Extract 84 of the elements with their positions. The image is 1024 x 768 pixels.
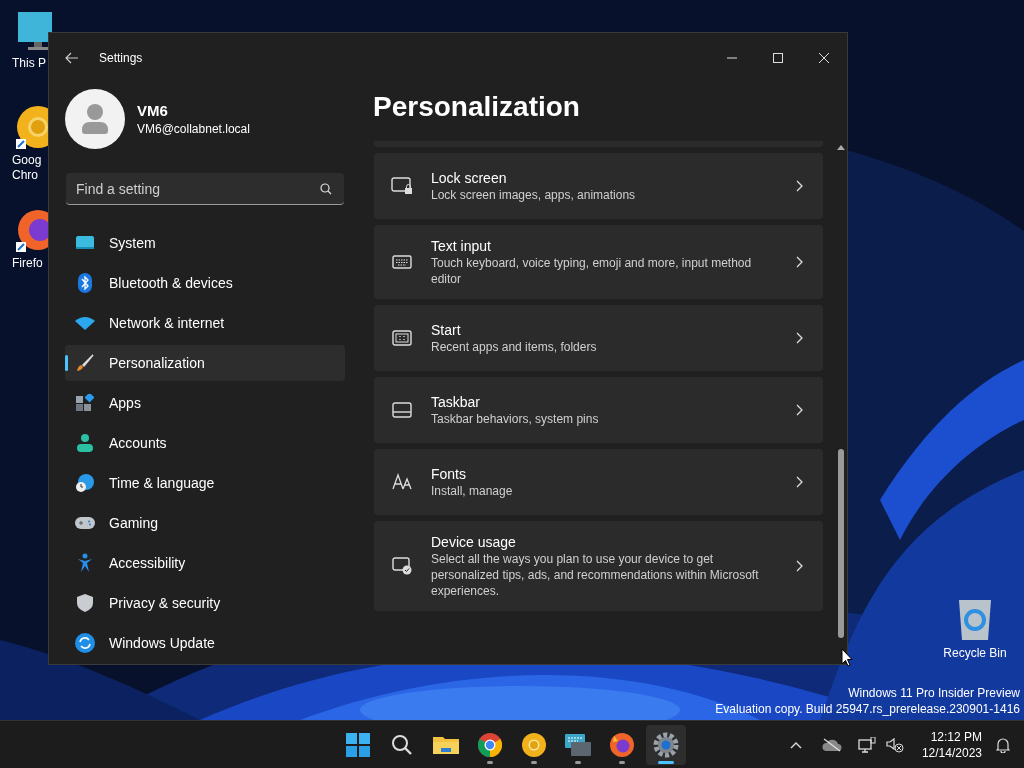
settings-card[interactable]: Device usage Select all the ways you plan to use your device to get personalized tips, ads, and recommendations within Microsoft experiences. xyxy=(374,521,823,611)
search-icon[interactable] xyxy=(391,733,413,756)
notification-bell-icon[interactable] xyxy=(996,736,1010,753)
font-icon xyxy=(392,473,412,491)
shield-icon xyxy=(77,594,93,612)
wifi-icon xyxy=(75,316,95,330)
nav-item[interactable]: Accessibility xyxy=(65,545,345,581)
browser-icon[interactable] xyxy=(522,732,546,757)
nav-item[interactable]: Accounts xyxy=(65,425,345,461)
speaker-muted-icon[interactable] xyxy=(885,736,904,753)
card-title: Start xyxy=(431,321,462,339)
nav-item[interactable]: Windows Update xyxy=(65,625,345,661)
mouse-pointer-icon xyxy=(841,648,853,667)
start-menu-icon xyxy=(392,330,412,346)
device-usage-icon xyxy=(392,557,412,575)
card-title: Lock screen xyxy=(431,169,508,187)
chevron-right-icon xyxy=(796,332,803,344)
avatar-icon[interactable] xyxy=(65,89,125,149)
bluetooth-icon xyxy=(78,273,92,293)
scrollbar-thumb[interactable] xyxy=(838,448,844,638)
desktop-icon-label[interactable]: Firefo xyxy=(12,256,43,271)
nav-item[interactable]: Privacy & security xyxy=(65,585,345,621)
user-name: VM6 xyxy=(137,101,169,121)
nav-item[interactable]: Time & language xyxy=(65,465,345,501)
nav-item[interactable]: Network & internet xyxy=(65,305,345,341)
search-field[interactable]: Find a setting xyxy=(66,173,344,205)
desktop-icon-label[interactable]: This P xyxy=(12,56,46,71)
settings-card[interactable]: Text input Touch keyboard, voice typing, emoji and more, input method editor xyxy=(374,225,823,299)
card-title: Fonts xyxy=(431,465,467,483)
keyboard-window-icon[interactable] xyxy=(565,733,591,756)
search-icon[interactable] xyxy=(320,183,332,195)
monitor-icon xyxy=(76,236,94,250)
globe-clock-icon xyxy=(75,473,95,493)
card-description: Lock screen images, apps, animations xyxy=(431,187,637,203)
keyboard-icon xyxy=(392,255,412,269)
card-description: Touch keyboard, voice typing, emoji and more, input method editor xyxy=(431,255,753,287)
chevron-right-icon xyxy=(796,404,803,416)
page-title: Personalization xyxy=(373,90,581,124)
accessibility-icon xyxy=(77,553,93,573)
chrome-icon[interactable] xyxy=(478,732,502,757)
card-title: Device usage xyxy=(431,533,517,551)
apps-icon xyxy=(76,394,94,412)
desktop-icon-label[interactable]: Recycle Bin xyxy=(943,646,1007,661)
nav-item[interactable]: Bluetooth & devices xyxy=(65,265,345,301)
desktop-icon-label[interactable]: Goog Chro xyxy=(12,153,42,183)
paintbrush-icon xyxy=(76,354,94,372)
chevron-right-icon xyxy=(796,256,803,268)
user-email: VM6@collabnet.local xyxy=(137,121,250,137)
scroll-up-icon[interactable] xyxy=(837,143,845,151)
chevron-up-icon[interactable] xyxy=(789,740,802,749)
nav-item[interactable]: Gaming xyxy=(65,505,345,541)
back-icon[interactable] xyxy=(65,52,79,64)
taskbar-button[interactable] xyxy=(646,724,686,765)
card-description: Install, manage xyxy=(431,483,514,499)
card-description: Taskbar behaviors, system pins xyxy=(431,411,600,427)
nav-item[interactable]: Apps xyxy=(65,385,345,421)
firefox-icon[interactable] xyxy=(610,732,634,757)
watermark-text: Windows 11 Pro Insider Preview xyxy=(848,685,1020,701)
lock-screen-icon xyxy=(391,177,413,195)
window-title: Settings xyxy=(99,50,143,67)
settings-card[interactable]: Start Recent apps and items, folders xyxy=(374,305,823,371)
card-description: Select all the ways you plan to use your device to get personalized tips, ads, and recommendations within Microsoft experiences. xyxy=(431,551,760,599)
card-title: Text input xyxy=(431,237,492,255)
gear-icon[interactable] xyxy=(653,731,679,758)
chevron-right-icon xyxy=(796,180,803,192)
card-title: Taskbar xyxy=(431,393,482,411)
watermark-text: Evaluation copy. Build 25947.rs_prerelease.230901-1416 xyxy=(715,701,1020,717)
chevron-right-icon xyxy=(796,476,803,488)
cloud-off-icon[interactable] xyxy=(821,737,842,752)
person-icon xyxy=(77,434,93,452)
update-icon xyxy=(75,633,95,653)
settings-card[interactable]: Fonts Install, manage xyxy=(374,449,823,515)
nav-item[interactable]: System xyxy=(65,225,345,261)
network-icon[interactable] xyxy=(857,736,876,753)
taskbar-icon xyxy=(392,402,412,418)
nav-item[interactable]: Personalization xyxy=(65,345,345,381)
monitor-icon[interactable] xyxy=(16,12,52,52)
chevron-right-icon xyxy=(796,560,803,572)
settings-card[interactable]: Taskbar Taskbar behaviors, system pins xyxy=(374,377,823,443)
settings-card[interactable]: Lock screen Lock screen images, apps, animations xyxy=(374,153,823,219)
windows-start-icon[interactable] xyxy=(346,732,370,757)
clock[interactable]: 12:12 PM 12/14/2023 xyxy=(921,728,982,761)
gamepad-icon xyxy=(75,516,95,530)
card-description: Recent apps and items, folders xyxy=(431,339,598,355)
